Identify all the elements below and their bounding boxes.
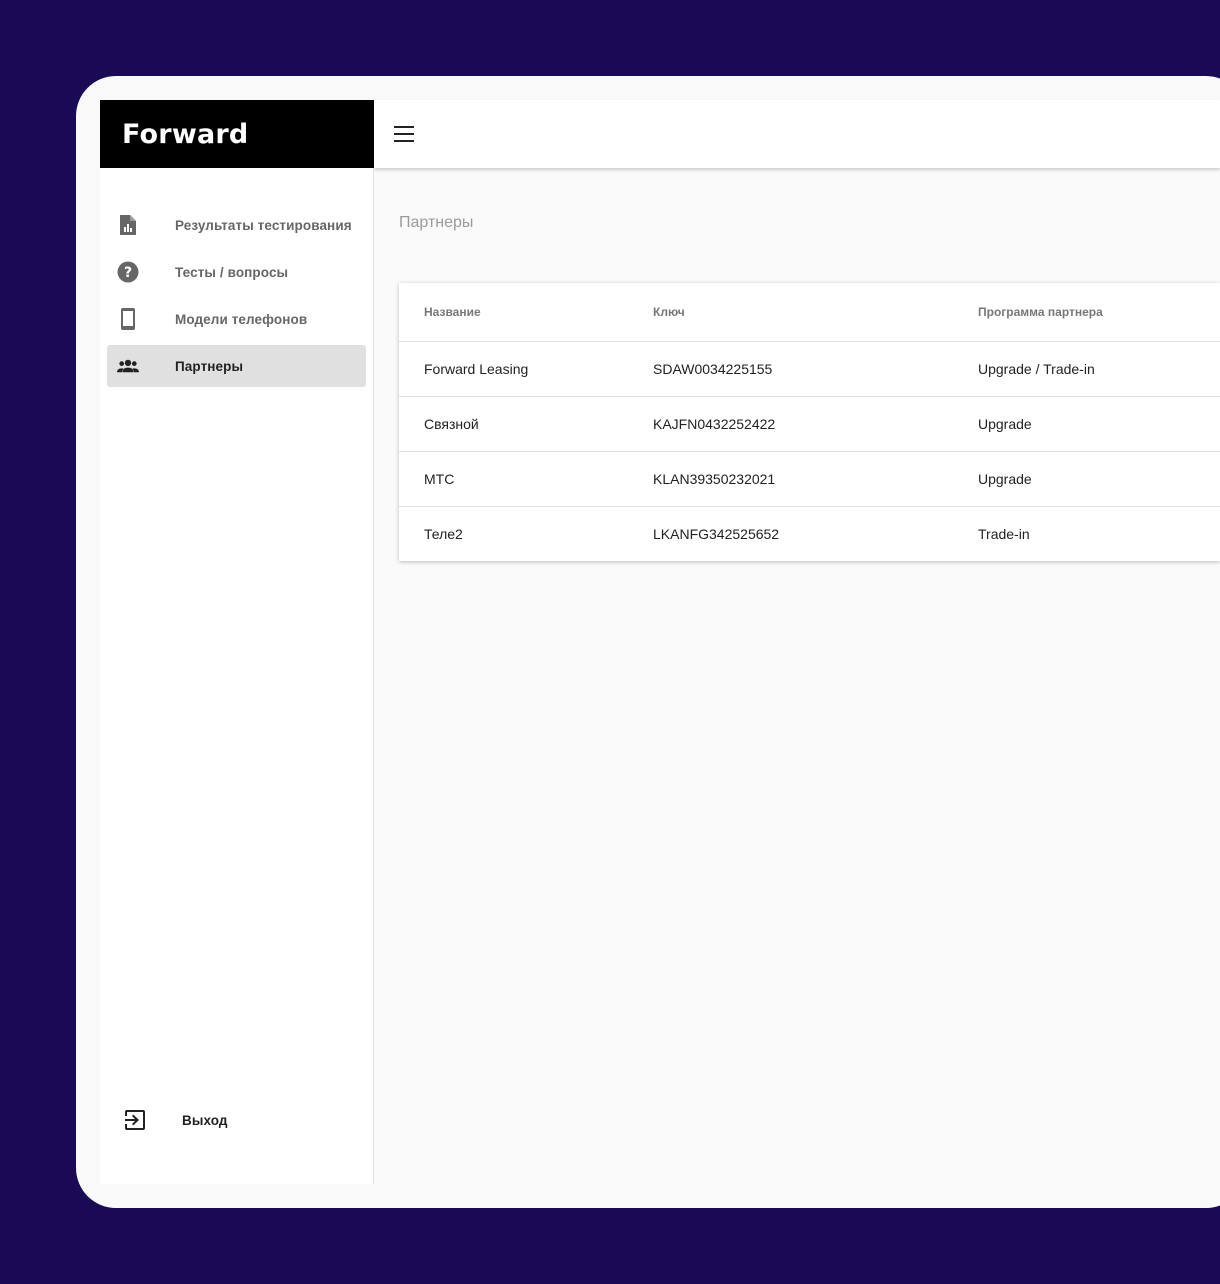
exit-icon <box>124 1109 146 1131</box>
column-header-key[interactable]: Ключ <box>653 283 978 342</box>
cell-partner-name: МТС <box>399 451 653 507</box>
svg-text:?: ? <box>124 265 132 281</box>
partners-table: Название Ключ Программа партнера Forward… <box>399 283 1220 561</box>
cell-partner-key: LKANFG342525652 <box>653 526 780 542</box>
cell-partner-program: Upgrade <box>978 396 1220 452</box>
cell-partner-key: SDAW0034225155 <box>653 341 978 397</box>
sidebar-item-label: Результаты тестирования <box>175 217 352 233</box>
exit-label: Выход <box>182 1112 228 1128</box>
page-title: Партнеры <box>399 214 474 231</box>
cell-partner-key: KLAN39350232021 <box>653 451 978 507</box>
help-circle-icon: ? <box>117 261 139 283</box>
cell-partner-program: Upgrade / Trade-in <box>978 341 1220 397</box>
cell-partner-program: Upgrade <box>978 451 1220 507</box>
table-row[interactable]: МТС KLAN39350232021 Upgrade <box>399 451 1220 507</box>
table-row[interactable]: Forward Leasing SDAW0034225155 Upgrade /… <box>399 341 1220 397</box>
table-row[interactable]: Теле2 LKANFG342525652 Trade-in <box>399 507 1220 562</box>
cell-partner-key: KAJFN0432252422 <box>653 396 978 452</box>
sidebar-nav: Результаты тестирования ? Тесты / вопрос… <box>100 204 373 387</box>
sidebar-item-tests[interactable]: ? Тесты / вопросы <box>107 251 366 293</box>
sidebar: Результаты тестирования ? Тесты / вопрос… <box>100 168 374 1184</box>
sidebar-item-label: Тесты / вопросы <box>175 264 289 280</box>
menu-icon[interactable] <box>394 126 414 142</box>
main-content: Партнеры Название Ключ Программа партнер… <box>374 168 1220 1184</box>
sidebar-item-partners[interactable]: Партнеры <box>107 345 366 387</box>
sidebar-item-label: Модели телефонов <box>175 311 308 327</box>
sidebar-item-test-results[interactable]: Результаты тестирования <box>107 204 366 246</box>
sidebar-item-label: Партнеры <box>175 358 244 374</box>
brand-logo: Forward <box>100 100 374 168</box>
cell-partner-name: Связной <box>399 396 653 452</box>
sidebar-item-phone-models[interactable]: Модели телефонов <box>107 298 366 340</box>
cell-partner-name: Теле2 <box>424 526 463 542</box>
cell-partner-program: Trade-in <box>978 526 1030 542</box>
table-header-row: Название Ключ Программа партнера <box>399 283 1220 342</box>
column-header-program[interactable]: Программа партнера <box>978 283 1220 342</box>
cell-partner-name: Forward Leasing <box>399 341 653 397</box>
partners-table-card: Название Ключ Программа партнера Forward… <box>399 283 1220 561</box>
table-row[interactable]: Связной KAJFN0432252422 Upgrade <box>399 396 1220 452</box>
column-header-name[interactable]: Название <box>399 283 653 342</box>
top-app-bar <box>374 100 1220 168</box>
exit-button[interactable]: Выход <box>114 1099 359 1141</box>
app-window: Forward Результаты тестирования ? Тесты … <box>100 100 1220 1184</box>
smartphone-icon <box>117 308 139 330</box>
report-file-icon <box>117 214 139 236</box>
group-icon <box>117 355 139 377</box>
